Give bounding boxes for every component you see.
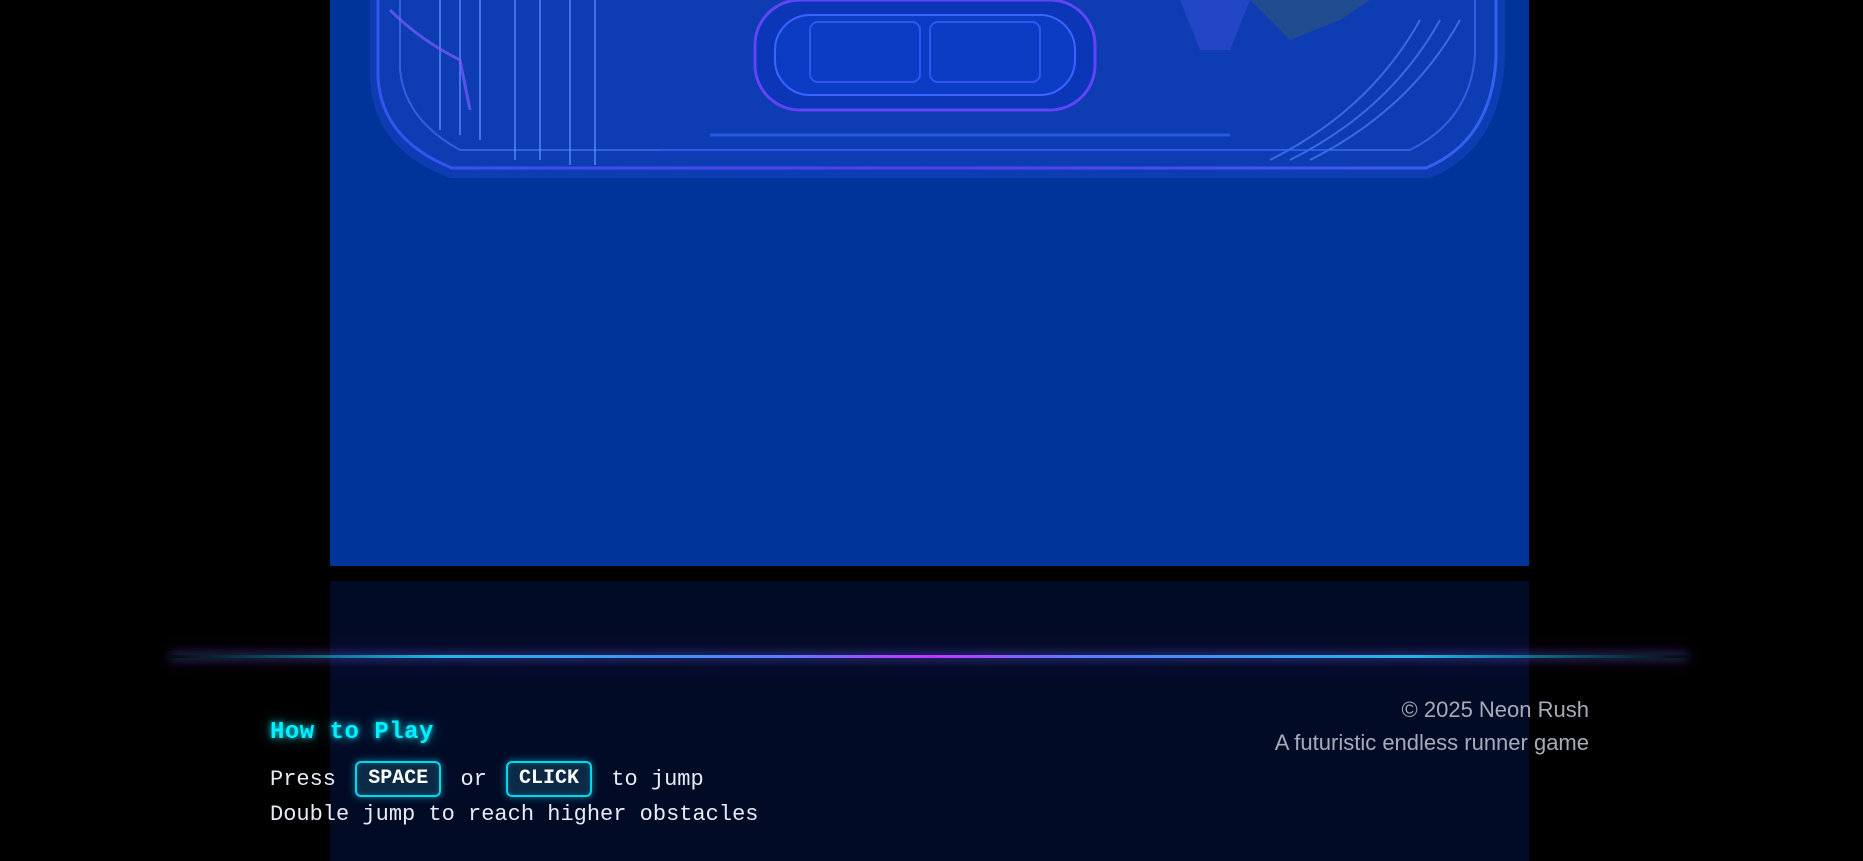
to-jump-text: to jump [611,766,704,792]
footer-info: © 2025 Neon Rush A futuristic endless ru… [1275,693,1589,759]
game-canvas[interactable] [330,0,1529,566]
how-to-play-title: How to Play [270,719,434,746]
click-key: CLICK [506,761,593,797]
or-text: or [460,766,487,792]
neon-divider [170,655,1688,658]
controls-line: Press SPACE or CLICK to jump [270,761,970,797]
copyright-text: © 2025 Neon Rush [1401,697,1589,722]
tagline-text: A futuristic endless runner game [1274,730,1589,755]
double-jump-line: Double jump to reach higher obstacles [270,802,759,827]
game-page: How to Play Press SPACE or CLICK to jump… [0,0,1863,861]
press-text: Press [270,766,337,792]
space-key: SPACE [355,761,442,797]
vehicle-rear-graphic [370,0,1505,178]
how-to-play-section: How to Play Press SPACE or CLICK to jump… [270,715,970,832]
